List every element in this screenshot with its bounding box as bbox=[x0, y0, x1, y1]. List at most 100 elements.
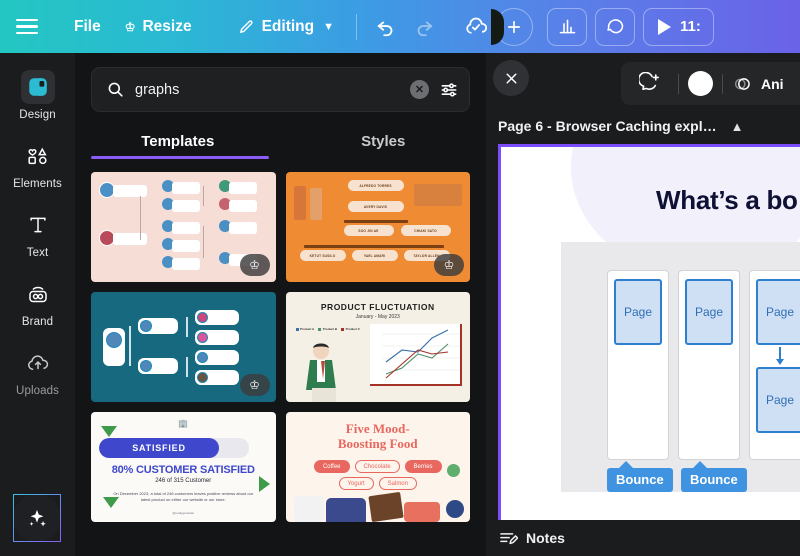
crown-icon: ♔ bbox=[249, 258, 260, 272]
template-headline: 80% CUSTOMER SATISFIED bbox=[111, 464, 255, 476]
bounce-label: Bounce bbox=[607, 461, 673, 492]
pro-crown-badge: ♔ bbox=[434, 254, 464, 276]
diagram-container[interactable]: Page Page Page Page Bounce Bounce bbox=[561, 242, 800, 492]
notes-icon bbox=[500, 533, 518, 545]
sprout-decoration bbox=[447, 464, 460, 477]
add-comment-icon bbox=[638, 72, 659, 91]
node bbox=[172, 182, 200, 194]
active-tab-indicator bbox=[91, 156, 269, 159]
sidebar-item-elements[interactable]: Elements bbox=[5, 132, 71, 194]
pro-crown-badge: ♔ bbox=[239, 254, 270, 276]
toolbar-divider bbox=[722, 73, 723, 94]
template-card-product-fluctuation[interactable]: PRODUCT FLUCTUATION January - May 2023 P… bbox=[285, 292, 470, 402]
add-wrapper bbox=[491, 7, 534, 46]
file-menu-button[interactable]: File bbox=[62, 12, 113, 42]
diagram-column-2: Page bbox=[678, 270, 740, 460]
template-card-customer-satisfied[interactable]: 🏢 SATISFIED 80% CUSTOMER SATISFIED 246 o… bbox=[91, 412, 276, 522]
building-icon: 🏢 bbox=[178, 419, 189, 428]
tab-styles[interactable]: Styles bbox=[281, 125, 487, 159]
page-box: Page bbox=[756, 367, 800, 433]
org-node: CHIAKI SATO bbox=[400, 225, 451, 236]
legend-item: Product B bbox=[318, 327, 337, 331]
search-input[interactable]: graphs bbox=[135, 82, 400, 98]
avatar bbox=[140, 360, 152, 372]
comments-button[interactable] bbox=[595, 7, 636, 46]
node bbox=[229, 182, 257, 194]
undo-button[interactable] bbox=[367, 8, 405, 46]
redo-button[interactable] bbox=[405, 8, 443, 46]
slide-canvas[interactable]: What’s a bo Page Page Page Page Bounce B… bbox=[498, 144, 800, 556]
save-status-button[interactable] bbox=[457, 8, 495, 46]
cloud-check-icon bbox=[465, 17, 487, 34]
panel-tabs: Templates Styles bbox=[75, 125, 486, 159]
legend-label: Product C bbox=[345, 327, 360, 331]
insights-button[interactable] bbox=[547, 7, 588, 46]
food-pill: Berries bbox=[404, 460, 442, 473]
toolbar-divider bbox=[356, 13, 358, 40]
progress-label: SATISFIED bbox=[132, 443, 186, 453]
legend-item: Product C bbox=[341, 327, 360, 331]
floating-element-toolbar: Ani bbox=[621, 62, 800, 105]
add-comment-button[interactable] bbox=[631, 65, 669, 103]
org-node: AVERY DAVIS bbox=[347, 201, 404, 212]
connector bbox=[129, 326, 131, 366]
clear-search-button[interactable]: ✕ bbox=[410, 80, 429, 99]
triangle-decoration bbox=[101, 426, 117, 437]
template-card-org-chart-orange[interactable]: ALFREDO TORRES AVERY DAVIS SOO JIN AE CH… bbox=[285, 172, 470, 282]
bounce-label: Bounce bbox=[681, 461, 747, 492]
template-results-grid: ♔ ALFREDO TORRES AVERY DAVIS SOO JIN AE … bbox=[75, 162, 486, 538]
design-icon bbox=[20, 70, 55, 104]
avatar bbox=[140, 320, 152, 332]
resize-button[interactable]: ♔ Resize bbox=[113, 12, 204, 42]
connector bbox=[203, 226, 204, 258]
illustration-person bbox=[293, 186, 306, 220]
food-pill: Salmon bbox=[378, 477, 417, 490]
node bbox=[172, 200, 200, 212]
animate-button[interactable]: Ani bbox=[732, 73, 784, 95]
editing-mode-label: Editing bbox=[261, 17, 315, 35]
org-node: YAEL AMARI bbox=[351, 250, 398, 261]
salmon-illustration bbox=[403, 502, 440, 522]
node bbox=[172, 240, 200, 252]
color-swatch-button[interactable] bbox=[688, 71, 713, 96]
sidebar-label-elements: Elements bbox=[13, 178, 62, 190]
pro-crown-badge: ♔ bbox=[239, 374, 270, 396]
sidebar-item-design[interactable]: Design bbox=[5, 63, 71, 125]
template-card-mood-boosting-food[interactable]: Five Mood- Boosting Food Coffee Chocolat… bbox=[285, 412, 471, 522]
redo-icon bbox=[417, 20, 433, 36]
hamburger-icon bbox=[16, 15, 38, 39]
arrow-head-icon bbox=[776, 359, 784, 365]
magic-studio-button[interactable] bbox=[13, 494, 61, 542]
avatar bbox=[197, 332, 208, 343]
hamburger-menu-button[interactable] bbox=[0, 15, 54, 39]
present-label: 11: bbox=[680, 18, 701, 35]
search-icon bbox=[108, 82, 123, 97]
legend-label: Product A bbox=[300, 327, 315, 331]
editing-mode-button[interactable]: Editing ▼ bbox=[226, 12, 346, 42]
template-card-org-chart-teal[interactable]: ♔ bbox=[91, 292, 276, 402]
org-node: KETUT SUSILO bbox=[299, 250, 346, 261]
avatar bbox=[106, 332, 122, 348]
filter-sliders-icon[interactable] bbox=[439, 80, 459, 100]
page-title: Page 6 - Browser Caching expl… bbox=[498, 118, 717, 134]
node bbox=[113, 233, 147, 245]
comment-icon bbox=[606, 19, 623, 34]
sidebar-item-uploads[interactable]: Uploads bbox=[5, 339, 71, 401]
sidebar-label-text: Text bbox=[26, 247, 49, 259]
illustration-person bbox=[309, 188, 322, 220]
sidebar-item-text[interactable]: Text bbox=[5, 201, 71, 263]
search-bar[interactable]: graphs ✕ bbox=[91, 67, 470, 112]
template-card-org-chart-pink[interactable]: ♔ bbox=[91, 172, 276, 282]
chevron-up-icon[interactable]: ▲ bbox=[731, 119, 744, 134]
sidebar-item-brand[interactable]: Brand bbox=[5, 270, 71, 332]
sidebar-label-design: Design bbox=[19, 109, 56, 121]
present-button[interactable]: 11: bbox=[643, 7, 714, 46]
diagram-column-3: Page Page bbox=[749, 270, 800, 460]
close-panel-button[interactable] bbox=[493, 60, 529, 96]
tab-templates[interactable]: Templates bbox=[75, 125, 281, 159]
slide-title[interactable]: What’s a bo bbox=[656, 185, 798, 216]
notes-button[interactable]: Notes bbox=[486, 520, 800, 556]
page-box: Page bbox=[756, 279, 800, 345]
template-title: Five Mood- Boosting Food bbox=[286, 421, 471, 451]
left-sidebar: Design Elements Text Brand Uploads bbox=[0, 53, 75, 556]
